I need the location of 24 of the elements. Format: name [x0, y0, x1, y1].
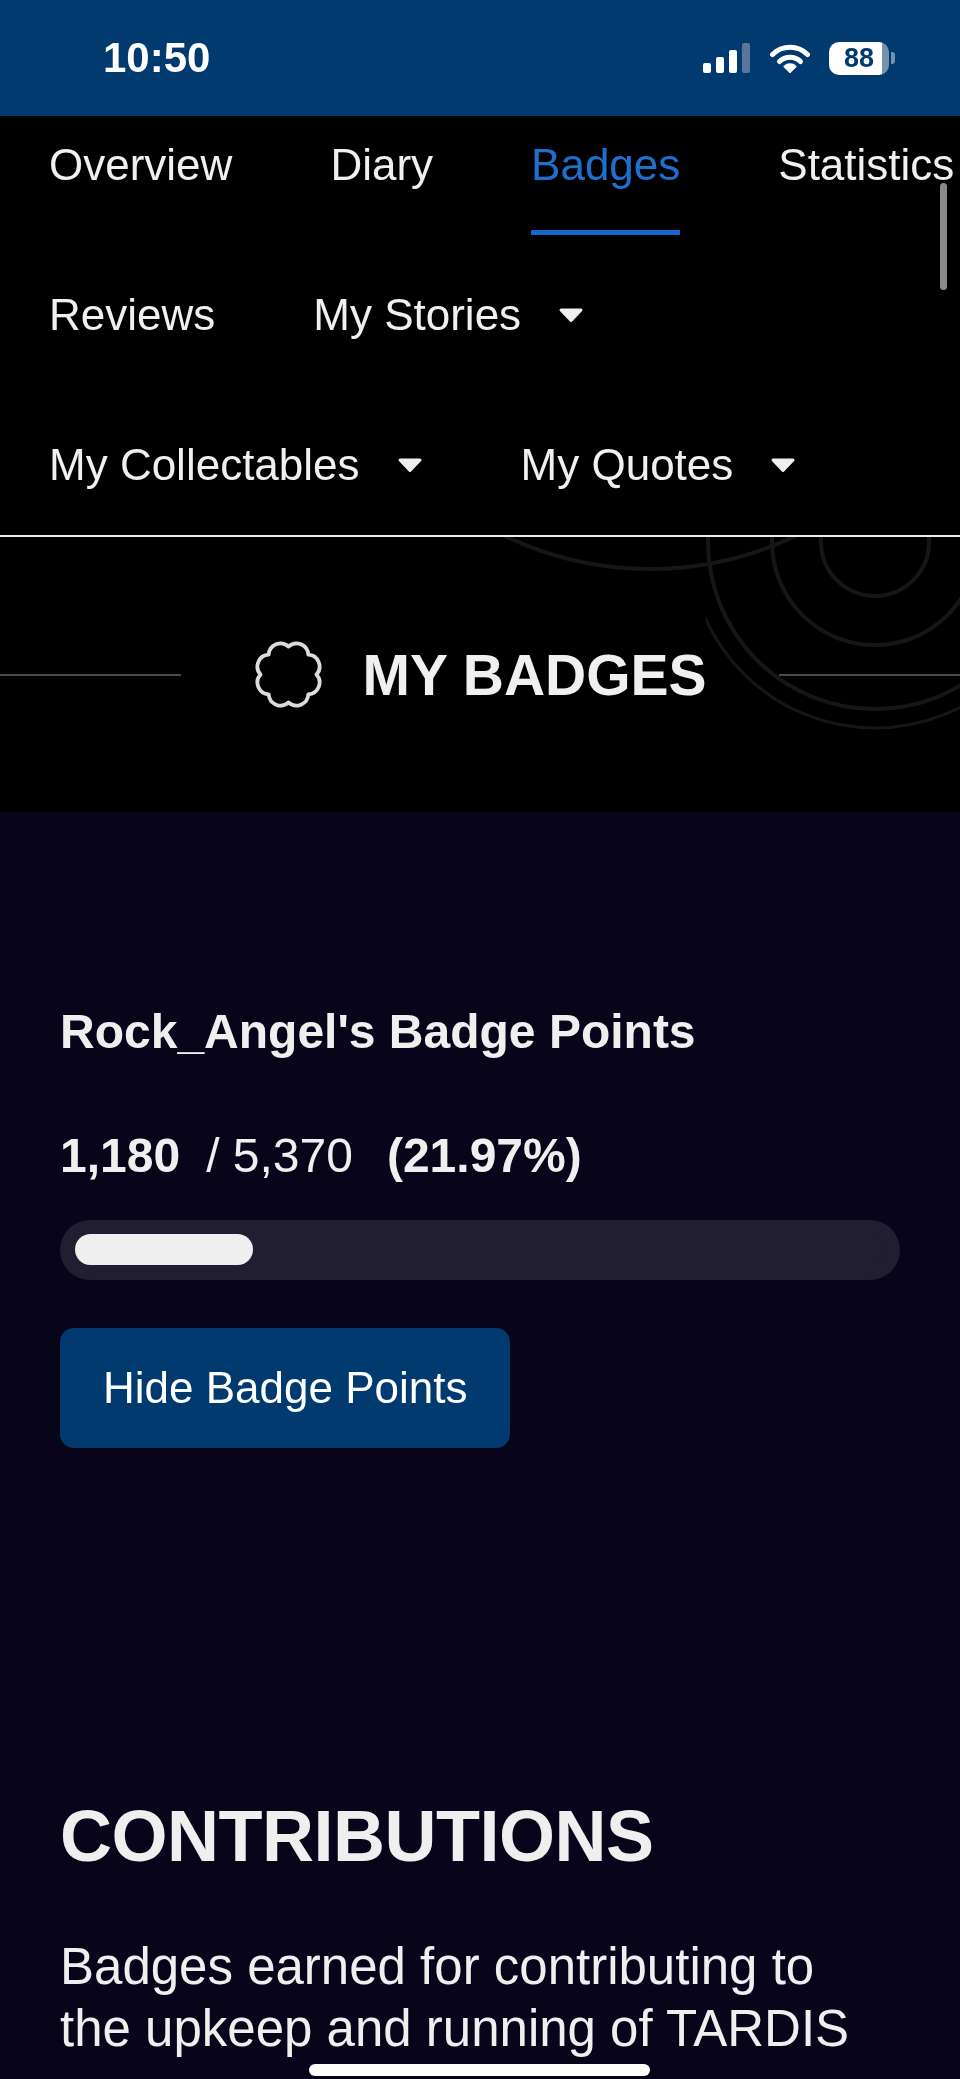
- caret-icon: [770, 457, 797, 473]
- points-total: / 5,370: [206, 1128, 353, 1184]
- caret-icon: [558, 307, 585, 323]
- nav-tab[interactable]: Reviews: [49, 283, 216, 385]
- wifi-icon: [769, 43, 811, 73]
- page-title: MY BADGES: [362, 641, 707, 708]
- signal-icon: [703, 43, 751, 73]
- nav-tab[interactable]: Statistics: [778, 133, 955, 235]
- nav-tab[interactable]: Overview: [49, 133, 233, 235]
- caret-icon: [396, 457, 423, 473]
- nav-tab[interactable]: Diary: [330, 133, 434, 235]
- badge-points-title: Rock_Angel's Badge Points: [60, 1004, 696, 1060]
- points-earned: 1,180: [60, 1128, 181, 1184]
- section-title: CONTRIBUTIONS: [60, 1795, 654, 1878]
- hide-badge-points-button[interactable]: Hide Badge Points: [60, 1328, 511, 1448]
- nav-tab[interactable]: Badges: [531, 133, 681, 235]
- scalloped-badge-icon: [253, 639, 325, 710]
- status-time: 10:50: [103, 34, 211, 82]
- battery-indicator: 88: [829, 41, 895, 75]
- points-percent: (21.97%): [386, 1128, 582, 1184]
- section-description: Badges earned for contributing to the upkeep and running of TARDIS: [60, 1937, 851, 2059]
- nav-dropdown[interactable]: My Stories: [313, 283, 585, 385]
- nav-dropdown[interactable]: My Quotes: [520, 433, 797, 535]
- nav-dropdown[interactable]: My Collectables: [49, 433, 423, 535]
